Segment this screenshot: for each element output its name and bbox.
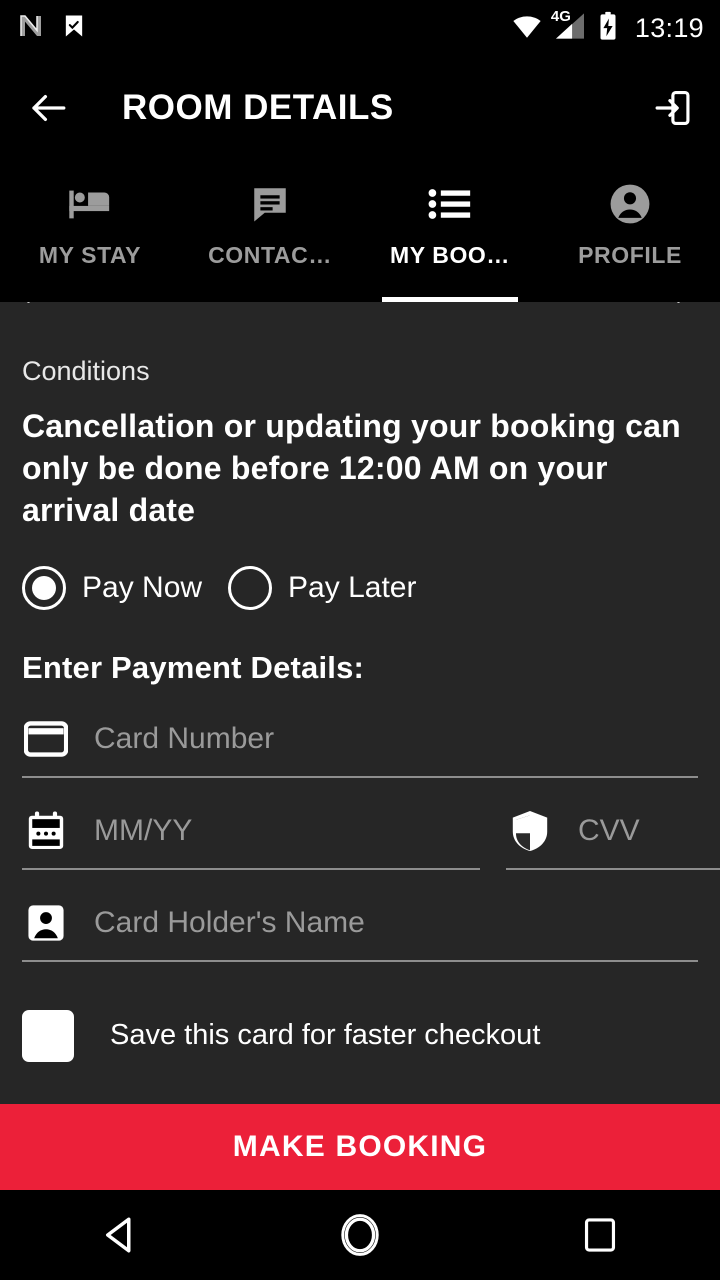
card-number-input[interactable] — [94, 721, 698, 756]
android-nav-bar — [0, 1190, 720, 1280]
radio-option-pay-now[interactable]: Pay Now — [22, 565, 203, 610]
status-bar-notifications — [16, 11, 88, 46]
wifi-icon — [511, 13, 543, 44]
expiry-input[interactable] — [94, 813, 480, 848]
nav-back-icon[interactable] — [0, 1214, 240, 1256]
radio-option-pay-later[interactable]: Pay Later — [228, 565, 417, 610]
make-booking-label: MAKE BOOKING — [232, 1130, 488, 1163]
status-bar: 4G 13:19 — [0, 0, 720, 56]
tab-label: MY STAY — [38, 242, 142, 268]
tab-my-bookings[interactable]: MY BOO… — [360, 160, 540, 302]
status-bar-indicators: 4G 13:19 — [511, 8, 704, 46]
nova-launcher-icon — [16, 11, 46, 46]
chevron-right-icon — [26, 302, 30, 303]
checkmark-flag-icon — [60, 12, 88, 45]
page-title: ROOM DETAILS — [122, 88, 394, 127]
person-icon — [608, 182, 652, 226]
calendar-icon — [22, 808, 70, 854]
network-type-label: 4G — [550, 7, 571, 25]
check-out-time[interactable]: 6 PM — [576, 302, 698, 304]
tab-profile[interactable]: PROFILE — [540, 160, 720, 302]
tab-label: CONTAC… — [208, 242, 332, 268]
cell-signal-icon: 4G — [551, 8, 587, 45]
chat-icon — [249, 182, 291, 226]
expiry-cvv-row — [0, 808, 720, 870]
check-out-time-value: 6 PM — [576, 302, 646, 303]
expiry-field[interactable] — [22, 808, 480, 870]
shield-icon — [506, 808, 554, 854]
app-bar: ROOM DETAILS — [0, 56, 720, 160]
card-holder-row — [0, 900, 720, 962]
card-holder-field[interactable] — [22, 900, 698, 962]
chevron-right-icon — [676, 302, 680, 303]
radio-label: Pay Later — [288, 570, 417, 604]
nav-home-icon[interactable] — [240, 1213, 480, 1257]
tab-contact[interactable]: CONTAC… — [180, 160, 360, 302]
save-card-label: Save this card for faster checkout — [110, 1019, 541, 1052]
cvv-input[interactable] — [578, 813, 720, 848]
nav-recents-icon[interactable] — [480, 1216, 720, 1254]
logout-icon[interactable] — [648, 84, 696, 132]
card-number-row — [0, 716, 720, 778]
cvv-field[interactable] — [506, 808, 720, 870]
card-number-field[interactable] — [22, 716, 698, 778]
status-bar-clock: 13:19 — [634, 12, 704, 43]
payment-timing-radio-group: Pay Now Pay Later — [0, 532, 720, 610]
make-booking-button[interactable]: MAKE BOOKING — [0, 1104, 720, 1190]
card-holder-input[interactable] — [94, 905, 698, 940]
radio-pay-now[interactable] — [22, 565, 66, 610]
tab-bar: MY STAY CONTAC… MY BOO… PROFILE — [0, 160, 720, 302]
save-card-checkbox[interactable] — [22, 1009, 74, 1062]
account-box-icon — [22, 900, 70, 946]
credit-card-icon — [22, 716, 70, 762]
battery-charging-icon — [597, 11, 619, 46]
bed-icon — [67, 182, 113, 226]
conditions-text: Cancellation or updating your booking ca… — [22, 408, 681, 529]
tab-my-stay[interactable]: MY STAY — [0, 160, 180, 302]
conditions-label: Conditions — [22, 356, 150, 386]
list-icon — [428, 182, 472, 226]
check-in-time[interactable]: 10 AM — [22, 302, 159, 304]
radio-pay-later[interactable] — [228, 565, 273, 610]
payment-details-heading: Enter Payment Details: — [22, 649, 365, 685]
save-card-row[interactable]: Save this card for faster checkout — [0, 1009, 720, 1062]
booking-form-scroll[interactable]: 10 AM 6 PM Conditions Cancellation or up… — [0, 302, 720, 1104]
tab-label: MY BOO… — [389, 242, 511, 268]
check-in-time-value: 10 AM — [74, 302, 159, 303]
tab-label: PROFILE — [578, 242, 682, 268]
phone-screen: 4G 13:19 ROOM DETAILS MY STAY CONTAC… MY… — [0, 0, 720, 1280]
radio-label: Pay Now — [82, 570, 203, 604]
check-in-out-time-row: 10 AM 6 PM — [0, 302, 720, 318]
back-arrow-icon[interactable] — [24, 84, 72, 132]
